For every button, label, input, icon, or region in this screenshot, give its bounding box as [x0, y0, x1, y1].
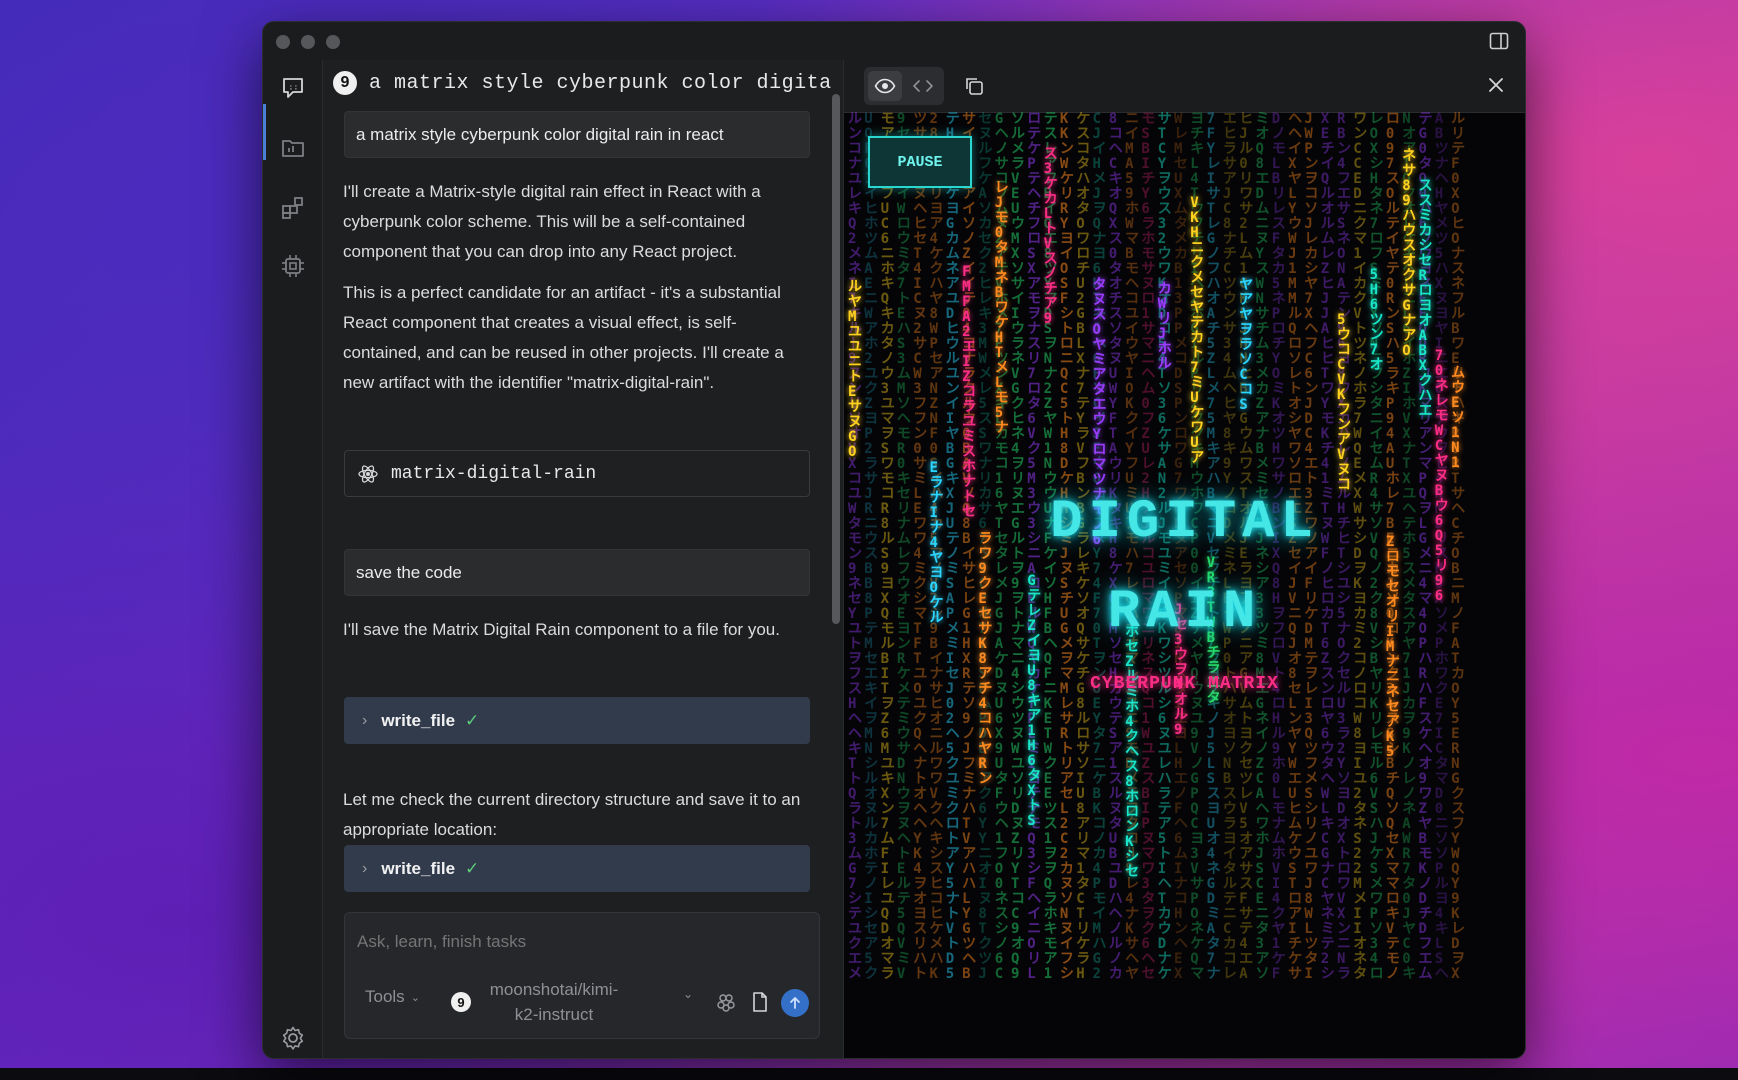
view-mode-toggle: [864, 67, 944, 105]
extensions-nav-icon[interactable]: [277, 192, 309, 224]
user-message: a matrix style cyberpunk color digital r…: [344, 111, 810, 158]
rain-stream-bright: ヤアヤヲラソCコS: [1239, 277, 1254, 413]
rain-stream-bright: 5ウコCVKフンアVヌコ: [1337, 312, 1351, 493]
desktop-dock-strip: [0, 1068, 1738, 1080]
composer: Tools ⌄ 9 moonshotai/kimi-k2-instruct ⌄: [344, 912, 820, 1039]
rain-stream-bright: ネサ89ハウスオクサGナアO: [1402, 148, 1417, 359]
rain-stream-bright: 5H6ツン7オ: [1369, 267, 1384, 373]
rain-stream-bright: ホセZルミホ4クヘス8ホロンKシセ: [1125, 624, 1140, 880]
rain-stream-bright: ス3ケカLトVスノチア9: [1043, 146, 1058, 327]
hero-subtitle: CYBERPUNK MATRIX: [1090, 674, 1279, 694]
close-window-button[interactable]: [276, 35, 290, 49]
pause-button[interactable]: PAUSE: [868, 136, 972, 188]
provider-badge: 9: [333, 71, 357, 95]
rain-stream-bright: FMFA2エIZコラユミスホナトセ: [962, 264, 977, 520]
rain-stream-bright: ルヤMユユニトEサヌGO: [848, 279, 862, 460]
mcp-icon[interactable]: [715, 991, 737, 1013]
tools-button[interactable]: Tools ⌄: [365, 987, 420, 1007]
rain-stream-bright: ススミカシセRロヨオABXクハエ: [1418, 178, 1433, 419]
send-button[interactable]: [781, 989, 809, 1017]
assistant-paragraph: Let me check the current directory struc…: [343, 790, 801, 839]
chevron-right-icon: ›: [362, 711, 368, 729]
react-icon: [358, 464, 378, 483]
tool-call-row[interactable]: › write_file ✓: [344, 845, 810, 892]
user-message-text: save the code: [356, 562, 462, 582]
cpu-nav-icon[interactable]: [277, 250, 309, 282]
chevron-down-icon[interactable]: ⌄: [683, 987, 693, 1001]
folder-nav-icon[interactable]: [277, 132, 309, 164]
user-message: save the code: [344, 549, 810, 596]
hero-title-line2: RAIN: [1107, 582, 1262, 643]
chat-nav-icon[interactable]: ::: [277, 72, 309, 104]
tool-call-name: write_file: [381, 710, 456, 730]
assistant-paragraph: I'll create a Matrix-style digital rain …: [343, 182, 761, 261]
user-message-text: a matrix style cyberpunk color digital r…: [356, 124, 724, 144]
chevron-down-icon: ⌄: [410, 991, 420, 1004]
preview-toolbar: [844, 60, 1525, 113]
minimize-window-button[interactable]: [301, 35, 315, 49]
rain-stream-bright: カWリJホル: [1157, 281, 1172, 372]
svg-text::: :: [294, 83, 299, 92]
hero-title-line1: DIGITAL: [1050, 492, 1319, 553]
model-provider-badge: 9: [451, 992, 471, 1012]
digital-rain-canvas: ルンコナユレキQ2メネI7キルト9スンリソオVXコユWタモン9ネセYユトヲフスH…: [844, 112, 1525, 1058]
preview-eye-icon[interactable]: [868, 71, 902, 101]
title-bar: [263, 22, 1525, 60]
check-icon: ✓: [465, 858, 480, 878]
rain-stream-bright: VKHニクメセヤテカト7ミUケワUア: [1190, 195, 1205, 466]
artifact-card[interactable]: matrix-digital-rain: [344, 450, 810, 497]
tools-label: Tools: [365, 987, 405, 1006]
rain-stream-bright: ZロモセオリIMナニネセアK5: [1385, 534, 1400, 760]
tool-call-row[interactable]: › write_file ✓: [344, 697, 810, 744]
code-view-icon[interactable]: [906, 71, 940, 101]
assistant-paragraph: This is a perfect candidate for an artif…: [343, 283, 784, 392]
arrow-up-icon: [790, 997, 800, 1009]
chat-scrollbar[interactable]: [832, 94, 840, 624]
copy-icon[interactable]: [964, 76, 984, 101]
chevron-right-icon: ›: [362, 859, 368, 877]
settings-gear-icon[interactable]: [277, 1022, 309, 1054]
rail-active-indicator: [263, 104, 266, 160]
chat-header: 9 a matrix style cyberpunk color digital…: [333, 68, 833, 98]
app-window: :: 9 a matrix style cyberpunk color digi…: [262, 21, 1526, 1059]
rain-stream-bright: レJモ0タMネBワケHTメLモ5ナ: [994, 180, 1009, 436]
attach-file-icon[interactable]: [751, 991, 769, 1013]
rain-stream-bright: ラワ9クEセサK8アチ4コハヤRン: [978, 531, 993, 787]
nav-rail: ::: [263, 60, 323, 1058]
chat-title: a matrix style cyberpunk color digital r…: [369, 71, 833, 95]
message-input[interactable]: [355, 931, 799, 953]
tool-call-name: write_file: [381, 858, 456, 878]
close-preview-icon[interactable]: [1487, 76, 1505, 99]
rain-stream-bright: 70ネレモWCヤヌBウ6Q5リ96: [1434, 348, 1449, 604]
sidebar-toggle-icon[interactable]: [1489, 32, 1509, 50]
artifact-name: matrix-digital-rain: [391, 463, 597, 484]
model-selector[interactable]: moonshotai/kimi-k2-instruct: [479, 977, 629, 1027]
check-icon: ✓: [465, 710, 480, 730]
assistant-paragraph: I'll save the Matrix Digital Rain compon…: [343, 620, 780, 639]
zoom-window-button[interactable]: [326, 35, 340, 49]
rain-stream-bright: ムウEソ1N1: [1451, 365, 1466, 471]
preview-panel: ルンコナユレキQ2メネI7キルト9スンリソオVXコユWタモン9ネセYユトヲフスH…: [843, 60, 1525, 1058]
